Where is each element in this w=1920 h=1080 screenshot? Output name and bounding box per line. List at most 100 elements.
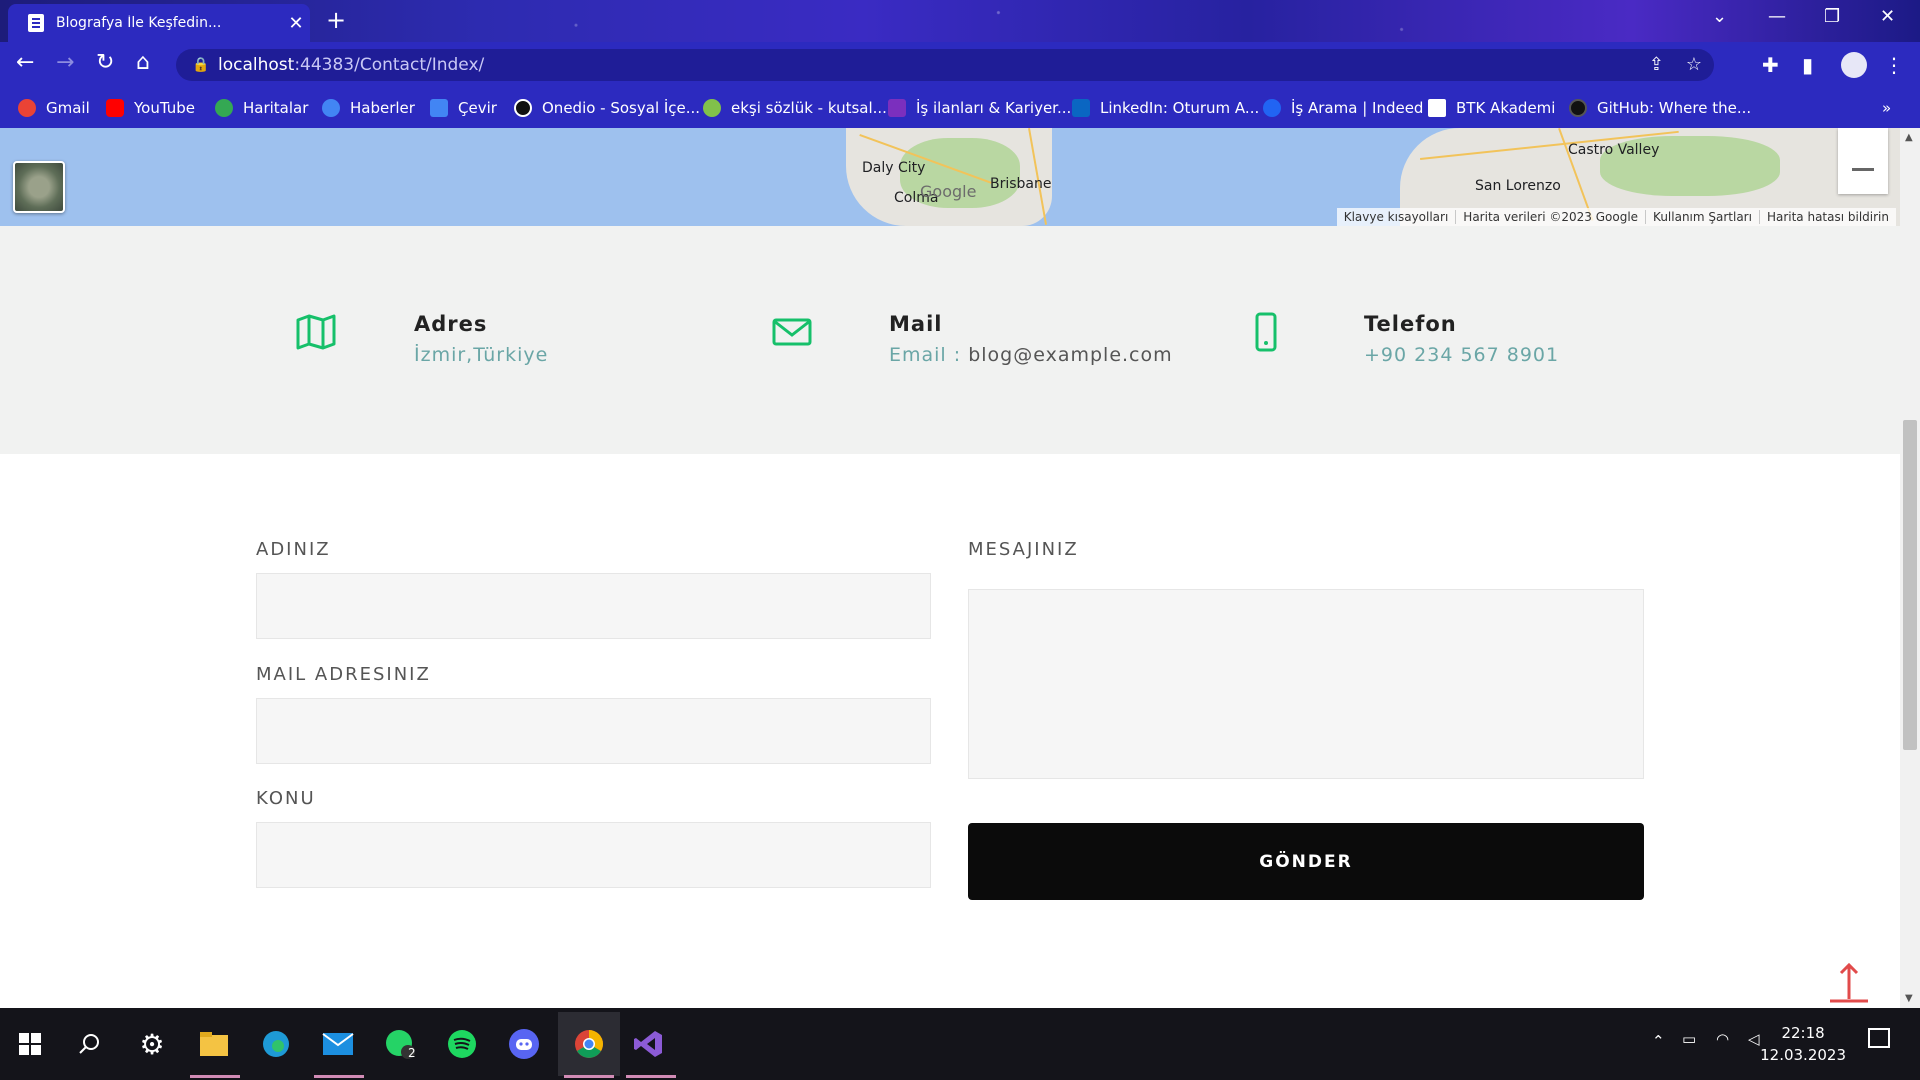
chrome-icon[interactable] <box>558 1012 620 1076</box>
address-bar[interactable]: 🔒 localhost:44383/Contact/Index/ ⇪ ☆ <box>176 49 1714 81</box>
scrollbar-thumb[interactable] <box>1903 420 1917 750</box>
reload-icon[interactable]: ↻ <box>96 50 114 75</box>
report-map-error-link[interactable]: Harita hatası bildirin <box>1758 210 1896 224</box>
indeed-icon <box>1263 99 1281 117</box>
envelope-icon <box>772 318 812 346</box>
page-favicon-icon <box>28 14 44 32</box>
tab-title: Blografya İle Keşfedin... <box>56 15 222 31</box>
scroll-up-arrow-icon[interactable]: ▲ <box>1905 132 1913 143</box>
restore-window-icon[interactable]: ❐ <box>1824 6 1840 27</box>
battery-icon[interactable]: ▭ <box>1682 1030 1696 1048</box>
kariyer-icon <box>888 99 906 117</box>
bookmark-eksi-sozluk[interactable]: ekşi sözlük - kutsal... <box>703 88 887 128</box>
minimize-window-icon[interactable]: — <box>1768 6 1786 27</box>
phone-text: +90 234 567 8901 <box>1364 344 1560 366</box>
discord-icon[interactable] <box>502 1022 546 1066</box>
wifi-icon[interactable]: ◠ <box>1716 1030 1729 1048</box>
more-bookmarks-icon[interactable]: » <box>1882 88 1891 128</box>
bookmark-cevir[interactable]: Çevir <box>430 88 497 128</box>
bookmark-onedio[interactable]: Onedio - Sosyal İçe... <box>514 88 700 128</box>
mail-title: Mail <box>889 312 943 336</box>
tab-search-chevron-icon[interactable]: ⌄ <box>1712 6 1727 27</box>
address-text: İzmir,Türkiye <box>414 344 549 366</box>
contact-info-section: Adres İzmir,Türkiye Mail Email : blog@ex… <box>0 226 1920 454</box>
whatsapp-badge: 2 <box>408 1046 416 1060</box>
onedio-icon <box>514 99 532 117</box>
eksi-sozluk-icon <box>703 99 721 117</box>
map-footer-links: Klavye kısayolları Harita verileri ©2023… <box>1336 208 1896 226</box>
bookmark-kariyer[interactable]: İş ilanları & Kariyer... <box>888 88 1071 128</box>
map-label: Castro Valley <box>1568 142 1660 158</box>
name-label: ADINIZ <box>256 539 331 560</box>
visual-studio-icon[interactable] <box>626 1022 670 1066</box>
browser-tab-strip: Blografya İle Keşfedin... ✕ + ⌄ — ❐ ✕ <box>0 0 1920 42</box>
bookmark-haritalar[interactable]: Haritalar <box>215 88 308 128</box>
taskbar-clock[interactable]: 22:18 12.03.2023 <box>1760 1022 1846 1066</box>
search-icon[interactable] <box>68 1022 112 1066</box>
subject-input[interactable] <box>256 822 931 888</box>
scroll-to-top-arrow-icon[interactable] <box>1826 959 1872 1003</box>
map-zoom-control[interactable] <box>1838 128 1888 194</box>
mail-address-label: MAIL ADRESINIZ <box>256 664 431 685</box>
whatsapp-icon[interactable]: 2 <box>378 1022 422 1066</box>
home-icon[interactable]: ⌂ <box>136 50 150 75</box>
extensions-puzzle-icon[interactable]: ✚ <box>1762 53 1779 77</box>
close-window-icon[interactable]: ✕ <box>1880 6 1895 27</box>
bookmark-youtube[interactable]: YouTube <box>106 88 195 128</box>
clock-date: 12.03.2023 <box>1760 1046 1846 1064</box>
browser-tab[interactable]: Blografya İle Keşfedin... ✕ <box>8 4 310 42</box>
forward-arrow-icon[interactable]: → <box>56 50 74 75</box>
google-map[interactable]: Daly City Colma Brisbane Castro Valley S… <box>0 128 1920 226</box>
back-arrow-icon[interactable]: ← <box>16 50 34 75</box>
close-tab-icon[interactable]: ✕ <box>282 13 310 34</box>
btk-akademi-icon <box>1428 99 1446 117</box>
side-panel-icon[interactable]: ▮ <box>1802 53 1813 77</box>
file-explorer-indicator <box>190 1075 240 1078</box>
keyboard-shortcuts-link[interactable]: Klavye kısayolları <box>1337 210 1456 224</box>
windows-taskbar: ⚙ 2 ⌃ ▭ ◠ ◁ 22:18 12.03.2023 <box>0 1008 1920 1080</box>
bookmark-indeed[interactable]: İş Arama | Indeed <box>1263 88 1423 128</box>
settings-gear-icon[interactable]: ⚙ <box>130 1022 174 1066</box>
mobile-phone-icon <box>1255 312 1277 352</box>
notifications-icon[interactable] <box>1868 1028 1890 1048</box>
mail-app-icon[interactable] <box>316 1022 360 1066</box>
mail-address-input[interactable] <box>256 698 931 764</box>
mail-text: Email : blog@example.com <box>889 344 1173 366</box>
gmail-icon <box>18 99 36 117</box>
scroll-down-arrow-icon[interactable]: ▼ <box>1905 993 1913 1004</box>
bookmark-linkedin[interactable]: LinkedIn: Oturum A... <box>1072 88 1259 128</box>
volume-icon[interactable]: ◁ <box>1748 1030 1760 1048</box>
message-textarea[interactable] <box>968 589 1644 779</box>
linkedin-icon <box>1072 99 1090 117</box>
bookmark-github[interactable]: GitHub: Where the... <box>1569 88 1751 128</box>
bookmark-star-icon[interactable]: ☆ <box>1686 49 1702 81</box>
map-label: Brisbane <box>990 176 1052 192</box>
url-text[interactable]: localhost:44383/Contact/Index/ <box>218 49 484 81</box>
show-hidden-icons-chevron-icon[interactable]: ⌃ <box>1652 1032 1665 1050</box>
visual-studio-indicator <box>626 1075 676 1078</box>
file-explorer-icon[interactable] <box>192 1022 236 1066</box>
terms-link[interactable]: Kullanım Şartları <box>1645 210 1759 224</box>
chrome-indicator <box>564 1075 614 1078</box>
zoom-out-icon[interactable] <box>1852 168 1874 171</box>
edge-browser-icon[interactable] <box>254 1022 298 1066</box>
new-tab-icon[interactable]: + <box>326 6 346 34</box>
google-map-logo: Google <box>920 182 977 201</box>
bookmark-haberler[interactable]: Haberler <box>322 88 415 128</box>
share-icon[interactable]: ⇪ <box>1649 49 1664 81</box>
contact-form: ADINIZ MAIL ADRESINIZ KONU MESAJINIZ GÖN… <box>0 454 1920 1008</box>
name-input[interactable] <box>256 573 931 639</box>
lock-icon[interactable]: 🔒 <box>192 49 209 81</box>
send-button[interactable]: GÖNDER <box>968 823 1644 900</box>
page-scrollbar[interactable]: ▲ ▼ <box>1900 128 1920 1008</box>
profile-avatar[interactable] <box>1841 52 1867 78</box>
start-windows-icon[interactable] <box>8 1022 52 1066</box>
bookmark-btk-akademi[interactable]: BTK Akademi <box>1428 88 1555 128</box>
map-icon <box>296 314 336 350</box>
mail-app-indicator <box>314 1075 364 1078</box>
browser-menu-icon[interactable]: ⋮ <box>1884 53 1904 77</box>
browser-toolbar: ← → ↻ ⌂ 🔒 localhost:44383/Contact/Index/… <box>0 42 1920 88</box>
satellite-view-toggle[interactable] <box>13 161 65 213</box>
bookmark-gmail[interactable]: Gmail <box>18 88 90 128</box>
spotify-icon[interactable] <box>440 1022 484 1066</box>
